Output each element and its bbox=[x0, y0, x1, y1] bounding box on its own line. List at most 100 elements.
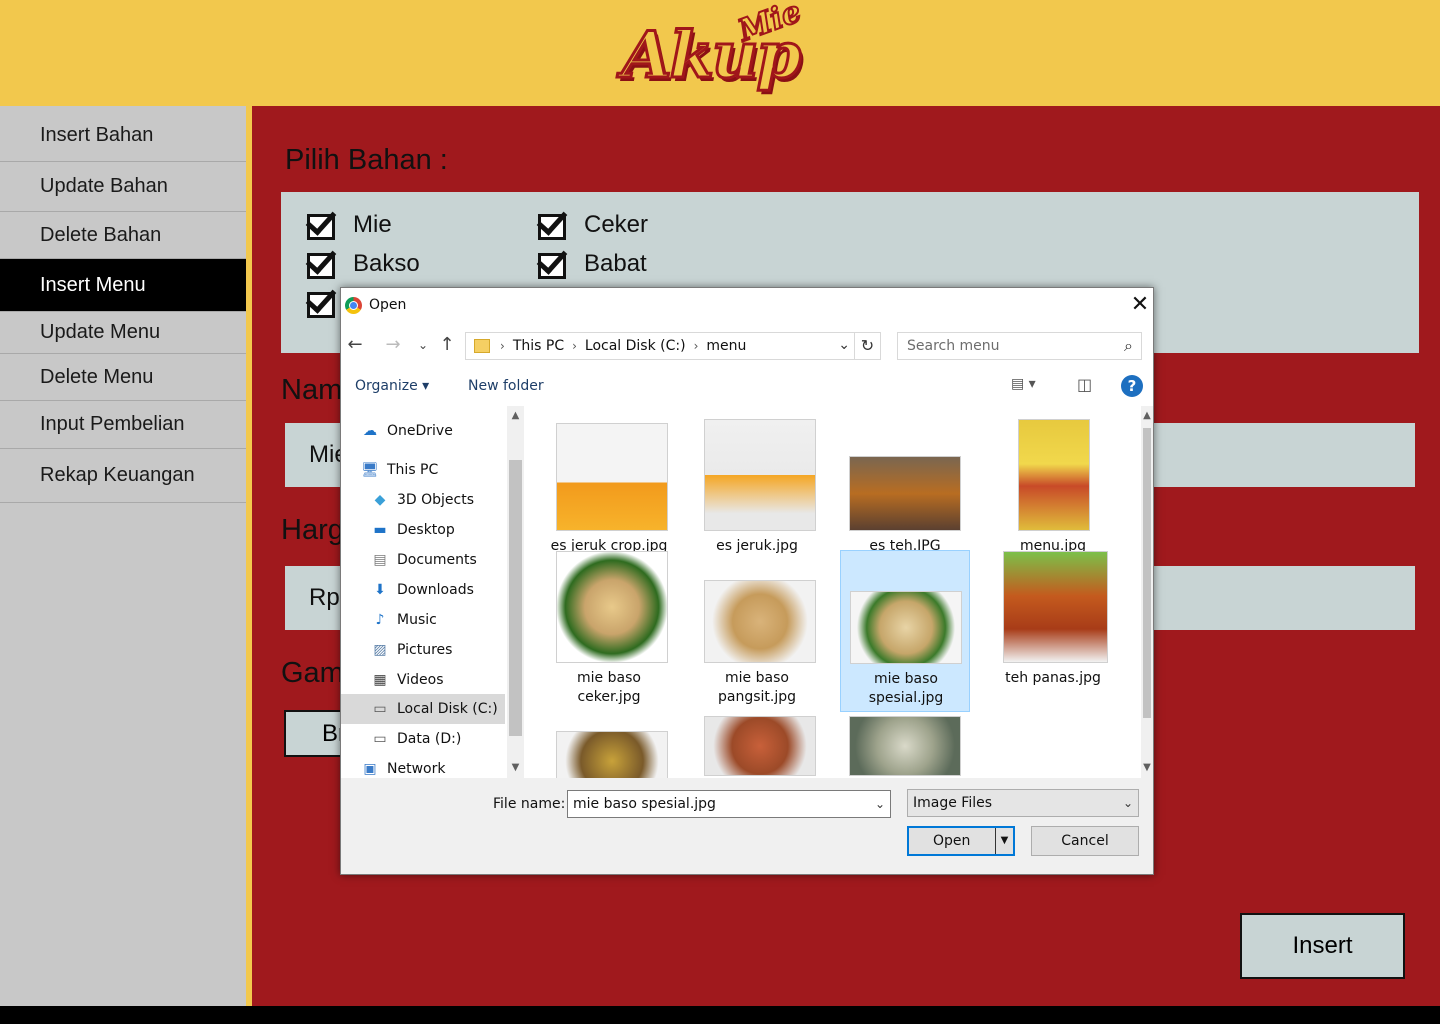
insert-button[interactable]: Insert bbox=[1240, 913, 1405, 979]
file-type-value: Image Files bbox=[913, 795, 993, 811]
checkbox-label: Bakso bbox=[353, 250, 420, 277]
scroll-down-icon[interactable]: ▼ bbox=[1141, 762, 1153, 773]
scroll-thumb[interactable] bbox=[509, 460, 522, 736]
breadcrumb-local-disk[interactable]: Local Disk (C:) bbox=[585, 338, 686, 354]
chevron-down-icon[interactable]: ⌄ bbox=[838, 337, 850, 353]
checkbox-checked-icon bbox=[536, 204, 572, 240]
chevron-down-icon[interactable]: ⌄ bbox=[875, 797, 885, 811]
file-item[interactable]: mie baso spesial.jpg bbox=[840, 550, 970, 712]
file-item[interactable]: mie baso ceker.jpg bbox=[544, 550, 674, 712]
open-button[interactable]: Open ▼ bbox=[907, 826, 1015, 856]
recent-locations-chevron-icon[interactable]: ⌄ bbox=[413, 334, 433, 356]
files-scrollbar[interactable]: ▲ ▼ bbox=[1141, 406, 1153, 778]
checkbox-label: Babat bbox=[584, 250, 647, 277]
tree-item[interactable]: ▬ Desktop bbox=[341, 515, 505, 545]
address-bar[interactable]: › This PC › Local Disk (C:) › menu ⌄ bbox=[465, 332, 855, 360]
bottom-bar bbox=[0, 1006, 1440, 1024]
file-name-value: mie baso spesial.jpg bbox=[573, 796, 716, 812]
breadcrumb-separator-icon: › bbox=[500, 339, 505, 353]
breadcrumb-menu[interactable]: menu bbox=[706, 338, 746, 354]
file-item[interactable] bbox=[840, 714, 970, 778]
sidebar-item-rekap-keuangan[interactable]: Rekap Keuangan bbox=[0, 449, 246, 503]
checkbox-checked-icon bbox=[536, 243, 572, 279]
tree-scrollbar[interactable]: ▲ ▼ bbox=[507, 406, 524, 778]
tree-item[interactable]: ▣ Network bbox=[341, 754, 505, 778]
tree-item[interactable]: ▭ Local Disk (C:) bbox=[341, 694, 505, 724]
tree-item-label: Documents bbox=[397, 552, 477, 568]
file-item[interactable]: teh panas.jpg bbox=[988, 550, 1118, 712]
file-thumbnail bbox=[704, 419, 816, 531]
close-icon[interactable]: ✕ bbox=[1127, 292, 1153, 318]
downloads-icon: ⬇ bbox=[374, 582, 386, 598]
back-arrow-icon[interactable]: ← bbox=[345, 334, 365, 356]
scroll-up-icon[interactable]: ▲ bbox=[1141, 410, 1153, 421]
file-item[interactable]: es jeruk.jpg bbox=[692, 406, 822, 568]
breadcrumb-separator-icon: › bbox=[693, 339, 699, 353]
checkbox-ceker[interactable]: Ceker bbox=[536, 204, 648, 240]
tree-item-label: OneDrive bbox=[387, 423, 453, 439]
tree-item[interactable]: 🖥 This PC bbox=[341, 455, 505, 485]
preview-pane-icon[interactable]: ◫ bbox=[1077, 375, 1092, 394]
tree-item-label: Pictures bbox=[397, 642, 453, 658]
search-icon: ⌕ bbox=[1124, 336, 1133, 355]
file-type-select[interactable]: Image Files ⌄ bbox=[907, 789, 1139, 817]
checkbox-babat[interactable]: Babat bbox=[536, 243, 647, 279]
forward-arrow-icon[interactable]: → bbox=[383, 334, 403, 356]
tree-item[interactable]: ◆ 3D Objects bbox=[341, 485, 505, 515]
up-arrow-icon[interactable]: ↑ bbox=[437, 334, 457, 356]
gambar-label: Gam bbox=[281, 657, 344, 689]
chevron-down-icon: ⌄ bbox=[1122, 796, 1133, 810]
tree-item-label: Local Disk (C:) bbox=[397, 701, 498, 717]
tree-item[interactable]: ♪ Music bbox=[341, 605, 505, 635]
file-item[interactable] bbox=[692, 714, 822, 778]
file-item[interactable]: mie baso pangsit.jpg bbox=[692, 550, 822, 712]
sidebar-item-insert-bahan[interactable]: Insert Bahan bbox=[0, 110, 246, 162]
scroll-thumb[interactable] bbox=[1143, 428, 1151, 718]
scroll-down-icon[interactable]: ▼ bbox=[507, 762, 524, 773]
sidebar-item-input-pembelian[interactable]: Input Pembelian bbox=[0, 401, 246, 449]
scroll-up-icon[interactable]: ▲ bbox=[507, 410, 524, 421]
documents-icon: ▤ bbox=[373, 552, 387, 568]
tree-item[interactable]: ▭ Data (D:) bbox=[341, 724, 505, 754]
organize-menu[interactable]: Organize ▾ bbox=[355, 378, 429, 394]
file-item[interactable] bbox=[544, 714, 674, 778]
change-view-icon[interactable]: ▤ ▾ bbox=[1011, 376, 1036, 392]
file-name: teh panas.jpg bbox=[1005, 670, 1101, 686]
breadcrumb-separator-icon: › bbox=[572, 339, 577, 353]
chrome-icon bbox=[345, 297, 362, 314]
refresh-icon[interactable]: ↻ bbox=[855, 332, 881, 360]
file-item[interactable]: es jeruk crop.jpg bbox=[544, 406, 674, 568]
file-thumbnail bbox=[849, 456, 961, 531]
file-thumbnail bbox=[850, 591, 962, 664]
sidebar-item-delete-menu[interactable]: Delete Menu bbox=[0, 354, 246, 401]
onedrive-icon: ☁ bbox=[363, 423, 377, 439]
help-icon[interactable]: ? bbox=[1121, 375, 1143, 397]
tree-item[interactable]: ▤ Documents bbox=[341, 545, 505, 575]
dialog-footer: File name: mie baso spesial.jpg ⌄ Image … bbox=[341, 778, 1153, 874]
sidebar-item-delete-bahan[interactable]: Delete Bahan bbox=[0, 212, 246, 259]
tree-item[interactable]: ▨ Pictures bbox=[341, 635, 505, 665]
file-thumbnail bbox=[1018, 419, 1090, 531]
sidebar-item-insert-menu[interactable]: Insert Menu bbox=[0, 259, 246, 312]
3d-objects-icon: ◆ bbox=[374, 492, 386, 508]
checkbox-bakso[interactable]: Bakso bbox=[305, 243, 420, 279]
sidebar-item-update-bahan[interactable]: Update Bahan bbox=[0, 162, 246, 212]
file-open-dialog: Open ✕ ← → ⌄ ↑ › This PC › Local Disk (C… bbox=[340, 287, 1154, 875]
checkbox-mie[interactable]: Mie bbox=[305, 204, 392, 240]
file-item[interactable]: menu.jpg bbox=[988, 406, 1118, 568]
file-name-label: File name: bbox=[493, 796, 566, 812]
file-name-field[interactable]: mie baso spesial.jpg ⌄ bbox=[567, 790, 891, 818]
sidebar-item-update-menu[interactable]: Update Menu bbox=[0, 312, 246, 354]
tree-item[interactable]: ▦ Videos bbox=[341, 665, 505, 695]
breadcrumb-this-pc[interactable]: This PC bbox=[513, 338, 564, 354]
tree-item[interactable]: ⬇ Downloads bbox=[341, 575, 505, 605]
tree-item[interactable]: ☁ OneDrive bbox=[341, 416, 505, 446]
file-thumbnail bbox=[1003, 551, 1108, 663]
new-folder-button[interactable]: New folder bbox=[468, 378, 544, 394]
search-input[interactable]: Search menu ⌕ bbox=[897, 332, 1142, 360]
cancel-button[interactable]: Cancel bbox=[1031, 826, 1139, 856]
open-split-dropdown-icon[interactable]: ▼ bbox=[995, 828, 1013, 854]
file-item[interactable]: es teh.JPG bbox=[840, 406, 970, 568]
tree-item-label: Network bbox=[387, 761, 446, 777]
music-icon: ♪ bbox=[375, 612, 385, 628]
